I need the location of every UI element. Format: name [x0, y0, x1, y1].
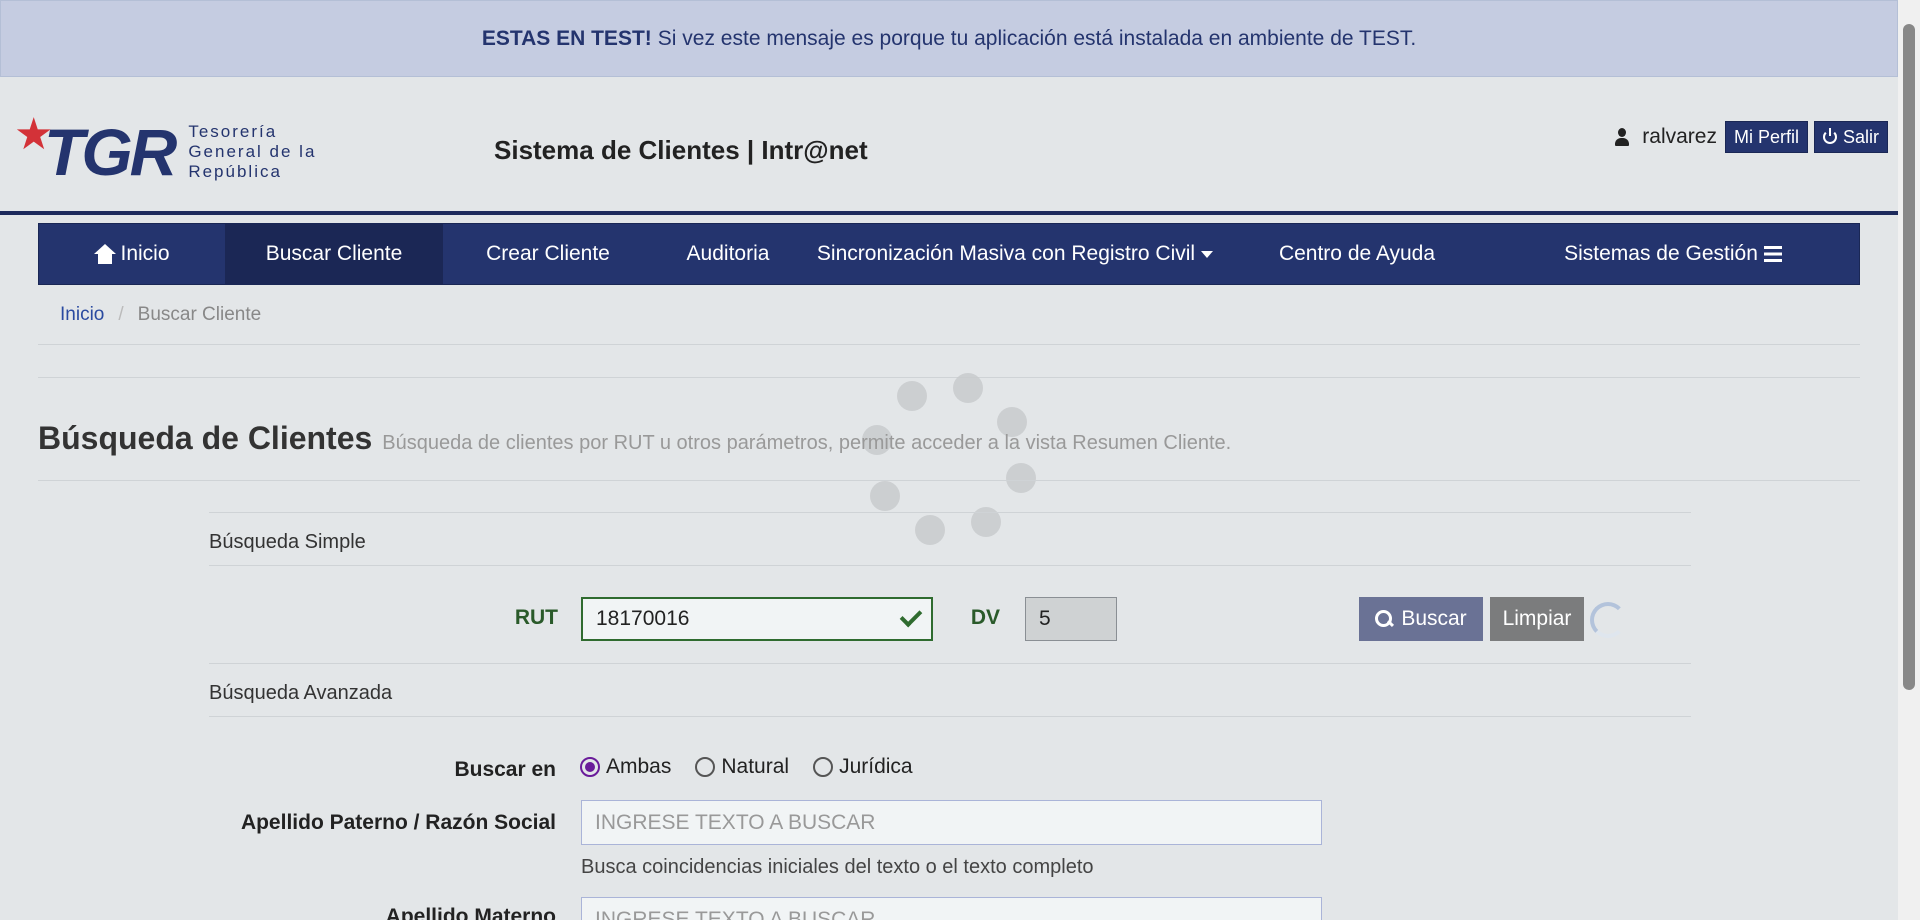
menu-icon [1763, 246, 1782, 262]
app-header: ★ TGR Tesorería General de la República … [0, 77, 1898, 215]
dv-label: DV [970, 606, 1000, 629]
radio-ambas-control[interactable] [580, 757, 600, 777]
advanced-search-divider [209, 716, 1691, 717]
surname-label: Apellido Paterno / Razón Social [240, 811, 556, 834]
search-button[interactable]: Buscar [1359, 597, 1483, 641]
header-divider [0, 211, 1898, 215]
banner-text: Si vez este mensaje es porque tu aplicac… [657, 26, 1417, 50]
scrollbar-thumb[interactable] [1903, 24, 1915, 690]
spinner-dot [897, 381, 927, 411]
breadcrumb-current: Buscar Cliente [137, 304, 262, 325]
logo-subtitle: Tesorería General de la República [188, 122, 317, 181]
radio-natural-control[interactable] [695, 757, 716, 777]
caret-down-icon [1201, 250, 1214, 258]
search-in-radio-group: Ambas Natural Jurídica [580, 755, 927, 779]
spinner-dot [953, 373, 983, 403]
radio-juridica-control[interactable] [813, 757, 834, 777]
tgr-logo[interactable]: ★ TGR Tesorería General de la República [14, 110, 317, 189]
page-scrollbar[interactable] [1898, 0, 1920, 920]
search-in-label: Buscar en [454, 758, 556, 781]
logo-star-icon: ★ [14, 110, 53, 159]
breadcrumb-divider [38, 344, 1860, 345]
advanced-search-heading: Búsqueda Avanzada [209, 682, 393, 704]
main-navbar: Inicio Buscar Cliente Crear Cliente Audi… [38, 223, 1860, 285]
mother-surname-input[interactable]: INGRESE TEXTO A BUSCAR [581, 897, 1322, 920]
banner-bold-text: ESTAS EN TEST! [481, 26, 652, 50]
clear-button[interactable]: Limpiar [1490, 597, 1584, 641]
breadcrumb-separator: / [118, 304, 124, 325]
breadcrumb-home[interactable]: Inicio [60, 304, 104, 326]
home-icon [94, 244, 117, 264]
check-icon [899, 604, 923, 628]
surname-help-text: Busca coincidencias iniciales del texto … [581, 856, 1094, 878]
page-description: Búsqueda de clientes por RUT u otros par… [382, 432, 1232, 454]
nav-item-sincronizacion[interactable]: Sincronización Masiva con Registro Civil [803, 224, 1227, 284]
nav-item-auditoria[interactable]: Auditoria [653, 224, 803, 284]
logo-mark: ★ TGR [14, 110, 177, 189]
radio-ambas[interactable]: Ambas [580, 755, 671, 779]
profile-button[interactable]: Mi Perfil [1724, 121, 1808, 153]
spinner-dot [870, 481, 900, 511]
search-icon [1375, 610, 1393, 628]
user-icon [1612, 127, 1632, 147]
nav-item-buscar-cliente[interactable]: Buscar Cliente [225, 224, 443, 284]
spinner-dot [915, 515, 945, 545]
test-environment-banner: ESTAS EN TEST! Si vez este mensaje es po… [0, 0, 1898, 77]
advanced-search-top-divider [209, 663, 1691, 664]
app-title: Sistema de Clientes | Intr@net [494, 135, 868, 165]
nav-item-centro-ayuda[interactable]: Centro de Ayuda [1227, 224, 1487, 284]
loading-icon [1590, 602, 1626, 638]
nav-item-crear-cliente[interactable]: Crear Cliente [443, 224, 653, 284]
username: ralvarez [1642, 125, 1717, 148]
title-divider [38, 480, 1860, 481]
simple-search-top-divider [209, 512, 1691, 513]
rut-input[interactable]: 18170016 [581, 597, 933, 641]
user-menu: ralvarez Mi Perfil Salir [1612, 121, 1888, 153]
dv-input[interactable]: 5 [1025, 597, 1117, 641]
page-title: Búsqueda de Clientes [38, 420, 373, 456]
surname-input[interactable]: INGRESE TEXTO A BUSCAR [581, 800, 1322, 845]
radio-natural[interactable]: Natural [695, 755, 789, 779]
nav-item-inicio[interactable]: Inicio [39, 224, 225, 284]
page-header: Búsqueda de Clientes Búsqueda de cliente… [38, 420, 1231, 457]
section-divider [38, 377, 1860, 378]
nav-item-sistemas-gestion[interactable]: Sistemas de Gestión [1487, 224, 1859, 284]
spinner-dot [1006, 463, 1036, 493]
simple-search-heading: Búsqueda Simple [209, 531, 366, 553]
rut-label: RUT [514, 606, 558, 629]
mother-surname-label: Apellido Materno [385, 905, 556, 920]
logout-button[interactable]: Salir [1813, 121, 1888, 153]
breadcrumb: Inicio / Buscar Cliente [60, 304, 261, 326]
power-icon [1822, 128, 1837, 144]
simple-search-divider [209, 565, 1691, 566]
radio-juridica[interactable]: Jurídica [813, 755, 913, 779]
